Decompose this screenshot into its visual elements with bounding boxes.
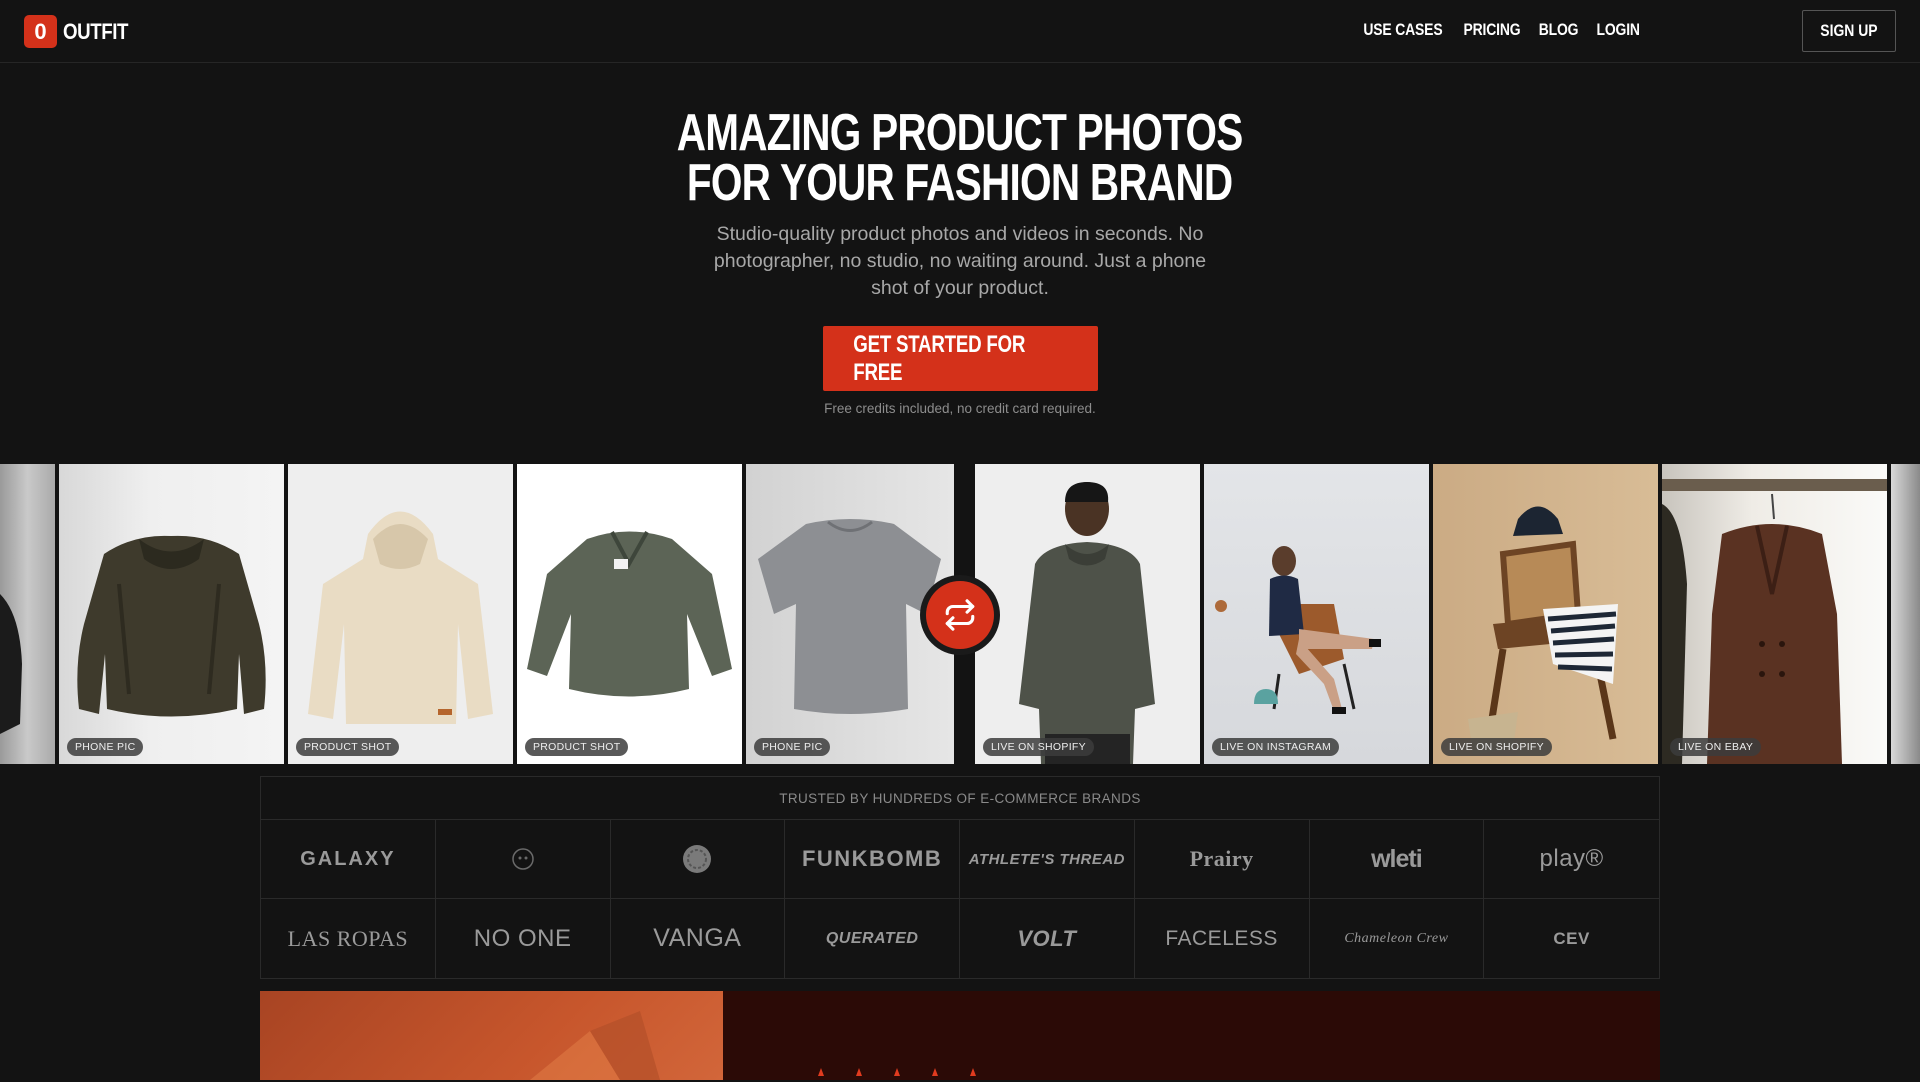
gallery-tile-partial-left	[0, 464, 55, 764]
chameleon-crew-logo: Chameleon Crew	[1344, 930, 1449, 946]
vanga-logo: VANGA	[653, 924, 742, 952]
brand-las-ropas: LAS ROPAS	[261, 899, 436, 978]
gallery-tile-model-hoodie[interactable]: LIVE ON SHOPIFY	[975, 464, 1200, 764]
faceless-logo: FACELESS	[1165, 926, 1278, 950]
seal-logo-icon	[683, 845, 712, 873]
cream-hoodie-image	[308, 511, 493, 724]
brand-vanga: VANGA	[611, 899, 786, 978]
no-one-logo: NO ONE	[473, 924, 572, 952]
chair-styled-image	[1468, 506, 1618, 754]
cta-note: Free credits included, no credit card re…	[824, 401, 1096, 416]
logo[interactable]: 0 OUTFIT	[24, 15, 139, 48]
top-nav: 0 OUTFIT USE CASES PRICING BLOG LOGIN SI…	[0, 0, 1920, 63]
sign-up-label: SIGN UP	[1820, 21, 1878, 40]
brand-querated: QUERATED	[785, 899, 960, 978]
swap-toggle[interactable]	[920, 575, 1000, 655]
brand-prairy: Prairy	[1134, 820, 1310, 899]
gallery-tile-cream-hoodie[interactable]: PRODUCT SHOT	[288, 464, 513, 764]
tile-tag: LIVE ON EBAY	[1670, 738, 1762, 756]
brand-athletes-thread: ATHLETE'S THREAD	[960, 820, 1135, 899]
model-chair-image	[1215, 546, 1381, 714]
nav-link-login[interactable]: LOGIN	[1597, 20, 1640, 40]
tile-tag: LIVE ON SHOPIFY	[1441, 738, 1552, 756]
volt-logo: VOLT	[1017, 925, 1077, 951]
brand-grid: GALAXY FUNKBOMB ATHLETE'S THREAD Prairy …	[261, 820, 1659, 978]
hero-subtitle: Studio-quality product photos and videos…	[713, 223, 1207, 299]
swap-icon	[926, 581, 994, 649]
partial-garment-image	[0, 594, 22, 734]
cev-logo: CEV	[1553, 928, 1590, 948]
get-started-label: GET STARTED FOR FREE	[853, 330, 1026, 386]
funkbomb-logo: FUNKBOMB	[801, 846, 943, 871]
testimonial-photo	[530, 1011, 660, 1080]
hero-title-line-2: FOR YOUR FASHION BRAND	[687, 154, 1233, 212]
wleti-logo: wleti	[1371, 844, 1423, 873]
brand-funkbomb: FUNKBOMB	[785, 820, 960, 899]
model-hoodie-image	[1019, 482, 1155, 764]
brand-emblem-2	[610, 820, 786, 899]
tile-tag: LIVE ON SHOPIFY	[983, 738, 1094, 756]
brown-coat-image	[1662, 479, 1887, 764]
hero-title: AMAZING PRODUCT PHOTOS FOR YOUR FASHION …	[0, 104, 1920, 212]
las-ropas-logo: LAS ROPAS	[287, 925, 409, 951]
tile-tag: PHONE PIC	[67, 738, 144, 756]
gallery-tile-quarter-zip[interactable]: PRODUCT SHOT	[517, 464, 742, 764]
brand-volt: VOLT	[960, 899, 1135, 978]
brand-faceless: FACELESS	[1135, 899, 1310, 978]
logo-text: OUTFIT	[63, 18, 128, 44]
brand-galaxy: GALAXY	[261, 820, 436, 899]
tile-tag: LIVE ON INSTAGRAM	[1212, 738, 1340, 756]
prairy-logo: Prairy	[1189, 846, 1254, 871]
tile-tag: PHONE PIC	[754, 738, 831, 756]
brands-title: TRUSTED BY HUNDREDS OF E-COMMERCE BRANDS	[261, 777, 1659, 820]
play-logo: play®	[1539, 845, 1604, 872]
nav-link-pricing[interactable]: PRICING	[1464, 20, 1521, 40]
nav-links: USE CASES PRICING BLOG LOGIN	[1346, 20, 1640, 40]
gallery-tile-model-chair[interactable]: LIVE ON INSTAGRAM	[1204, 464, 1429, 764]
sign-up-button[interactable]: SIGN UP	[1802, 10, 1896, 52]
athletes-thread-logo: ATHLETE'S THREAD	[968, 850, 1126, 868]
brand-cev: CEV	[1484, 899, 1659, 978]
brand-wleti: wleti	[1309, 820, 1485, 899]
gallery-tile-partial-right	[1891, 464, 1920, 764]
trusted-brands: TRUSTED BY HUNDREDS OF E-COMMERCE BRANDS…	[260, 776, 1660, 979]
brand-emblem-1	[435, 820, 611, 899]
tile-tag: PRODUCT SHOT	[296, 738, 400, 756]
nav-link-blog[interactable]: BLOG	[1539, 20, 1579, 40]
testimonial-panel	[723, 991, 1660, 1080]
brand-no-one: NO ONE	[436, 899, 611, 978]
galaxy-logo: GALAXY	[300, 847, 396, 870]
gallery-tile-fur-jacket[interactable]: PHONE PIC	[59, 464, 284, 764]
brand-play: play®	[1484, 820, 1659, 899]
logo-mark: 0	[24, 15, 57, 48]
fur-jacket-image	[77, 535, 266, 717]
brand-chameleon-crew: Chameleon Crew	[1310, 899, 1485, 978]
testimonial-image	[260, 991, 723, 1080]
nav-link-use-cases[interactable]: USE CASES	[1363, 20, 1442, 40]
gallery-tile-chair-styled[interactable]: LIVE ON SHOPIFY	[1433, 464, 1658, 764]
querated-logo: QUERATED	[825, 929, 919, 947]
get-started-button[interactable]: GET STARTED FOR FREE	[823, 326, 1098, 391]
tile-tag: PRODUCT SHOT	[525, 738, 629, 756]
emblem-logo-icon	[511, 848, 534, 870]
quarter-zip-image	[527, 531, 732, 697]
gallery-tile-brown-coat[interactable]: LIVE ON EBAY	[1662, 464, 1887, 764]
hero-title-line-1: AMAZING PRODUCT PHOTOS	[677, 104, 1243, 162]
